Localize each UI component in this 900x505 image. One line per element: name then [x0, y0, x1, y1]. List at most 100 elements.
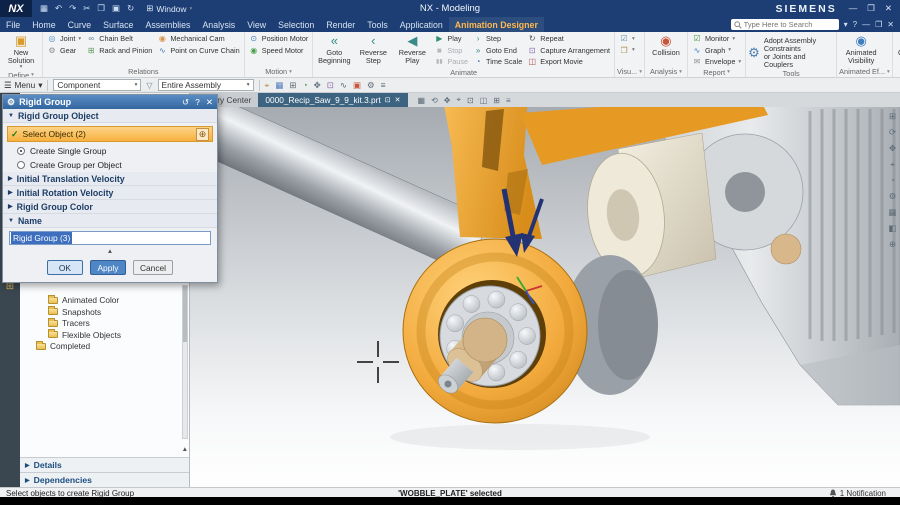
new-solution-button[interactable]: ▣ New Solution ▾: [2, 33, 40, 71]
goto-beginning-button[interactable]: «Goto Beginning: [315, 33, 353, 65]
tree-item-tracers[interactable]: Tracers: [48, 318, 121, 329]
select-face-icon[interactable]: ▦: [275, 80, 283, 91]
filter-icon[interactable]: ▽: [146, 81, 152, 90]
tab-surface[interactable]: Surface: [97, 17, 139, 32]
collision-button[interactable]: ◉Collision: [647, 33, 685, 57]
tab-render[interactable]: Render: [320, 17, 361, 32]
gear-button[interactable]: ⚙Gear: [45, 45, 83, 57]
step-button[interactable]: ›Step: [471, 33, 524, 45]
tree-item-flexible-objects[interactable]: Flexible Objects: [48, 330, 121, 341]
expand-toolbar-icon[interactable]: ⊕: [889, 240, 896, 249]
select-object-row[interactable]: ✓ Select Object (2) ⊕: [7, 126, 213, 142]
radio-create-group-per-object[interactable]: Create Group per Object: [3, 158, 217, 172]
select-body-icon[interactable]: ⊞: [289, 80, 296, 91]
section-rigid-group-color[interactable]: ▶ Rigid Group Color: [3, 200, 217, 214]
dialog-collapse-icon[interactable]: ▲: [3, 246, 217, 257]
reverse-step-button[interactable]: ‹Reverse Step: [354, 33, 392, 65]
doc-close-button[interactable]: ✕: [887, 20, 894, 29]
tree-item-animated-color[interactable]: Animated Color: [48, 295, 121, 306]
settings-icon[interactable]: ⚙: [367, 80, 375, 91]
animated-visibility-button[interactable]: ◉Animated Visibility: [839, 33, 883, 65]
select-edge-icon[interactable]: ◔: [303, 80, 308, 90]
chain-belt-button[interactable]: ∞Chain Belt: [84, 33, 154, 45]
scroll-up-icon[interactable]: ▲: [182, 446, 188, 453]
search-dropdown-icon[interactable]: ▾: [844, 20, 848, 29]
orient-view-icon[interactable]: ⊞: [493, 96, 500, 105]
pan-view-icon[interactable]: ✥: [444, 96, 451, 105]
mechanical-cam-button[interactable]: ◉Mechanical Cam: [155, 33, 241, 45]
shaded-view-icon[interactable]: ⊡: [467, 96, 474, 105]
menu-button[interactable]: ☰ Menu ▾: [4, 80, 42, 90]
layers-icon[interactable]: ▦: [888, 208, 896, 217]
section-initial-rotation-velocity[interactable]: ▶ Initial Rotation Velocity: [3, 186, 217, 200]
view-menu-icon[interactable]: ≡: [506, 96, 511, 105]
speed-motor-button[interactable]: ◉Speed Motor: [247, 45, 311, 57]
export-movie-button[interactable]: ◫Export Movie: [525, 56, 612, 68]
window-menu[interactable]: ⊞ Window ▾: [146, 3, 192, 14]
tab-active-part[interactable]: 0000_Recip_Saw_9_9_kit.3.prt ⊡ ✕: [258, 93, 407, 107]
fit-view-icon[interactable]: ▦: [418, 96, 426, 105]
tab-file[interactable]: File: [0, 17, 26, 32]
dialog-title-bar[interactable]: ⚙ Rigid Group ↺ ? ✕: [3, 95, 217, 109]
tree-item-snapshots[interactable]: Snapshots: [48, 307, 121, 318]
pin-tab-icon[interactable]: ⊡: [385, 96, 391, 104]
doc-minimize-button[interactable]: —: [862, 20, 870, 29]
move-icon[interactable]: ✥: [314, 80, 321, 91]
search-input[interactable]: [744, 20, 836, 29]
redo-icon[interactable]: ↷: [69, 3, 76, 14]
envelope-button[interactable]: ✉Envelope▾: [690, 56, 743, 68]
dialog-reset-button[interactable]: ↺: [182, 97, 189, 108]
section-name[interactable]: ▼ Name: [3, 214, 217, 228]
help-icon[interactable]: ?: [853, 20, 857, 29]
monitor-button[interactable]: ☑Monitor▾: [690, 33, 743, 45]
curve-rule-icon[interactable]: ∿: [340, 80, 347, 91]
visualization-tool-2-button[interactable]: ❐▾: [617, 45, 637, 57]
ok-button[interactable]: OK: [47, 260, 83, 275]
repeat-command-icon[interactable]: ↻: [127, 3, 134, 14]
radio-icon-selected[interactable]: [17, 147, 25, 155]
navigator-scrollbar[interactable]: [182, 285, 188, 439]
tree-item-completed[interactable]: Completed: [36, 341, 121, 352]
section-initial-translation-velocity[interactable]: ▶ Initial Translation Velocity: [3, 172, 217, 186]
radio-create-single-group[interactable]: Create Single Group: [3, 144, 217, 158]
more-options-icon[interactable]: ≡: [381, 80, 386, 90]
dialog-help-button[interactable]: ?: [195, 97, 200, 108]
selection-scope-dropdown[interactable]: Component ▾: [53, 79, 141, 91]
section-rigid-group-object[interactable]: ▼ Rigid Group Object: [3, 109, 217, 123]
visualization-tool-1-button[interactable]: ☑▾: [617, 33, 637, 45]
dependencies-section[interactable]: ▶Dependencies: [20, 472, 189, 487]
stop-button[interactable]: ■Stop: [432, 45, 470, 57]
zoom-icon[interactable]: ⌖: [890, 160, 895, 169]
housing-boss[interactable]: [771, 234, 801, 264]
render-settings-icon[interactable]: ⚙: [889, 192, 897, 201]
paste-icon[interactable]: ▣: [112, 3, 120, 14]
snap-point-icon[interactable]: ⌖: [265, 80, 270, 91]
cancel-button[interactable]: Cancel: [133, 260, 173, 275]
tab-curve[interactable]: Curve: [62, 17, 97, 32]
select-vertex-icon[interactable]: ⊡: [327, 80, 334, 91]
dialog-close-button[interactable]: ✕: [206, 97, 213, 108]
assembly-scope-dropdown[interactable]: Entire Assembly ▾: [158, 79, 254, 91]
rotate-view-icon[interactable]: ⟲: [431, 96, 438, 105]
tab-home[interactable]: Home: [26, 17, 61, 32]
details-section[interactable]: ▶Details: [20, 457, 189, 472]
view-orient-icon[interactable]: ⊞: [889, 112, 896, 121]
save-icon[interactable]: ▦: [40, 3, 48, 14]
name-input[interactable]: Rigid Group (3): [9, 231, 211, 245]
play-button[interactable]: ▶Play: [432, 33, 470, 45]
close-tab-icon[interactable]: ✕: [395, 96, 401, 104]
close-button[interactable]: ✕: [885, 3, 892, 14]
cut-icon[interactable]: ✂: [83, 3, 90, 14]
copy-icon[interactable]: ❐: [97, 3, 105, 14]
apply-button[interactable]: Apply: [90, 260, 126, 275]
scrollbar-thumb[interactable]: [183, 286, 187, 342]
tab-animation-designer[interactable]: Animation Designer: [449, 17, 544, 32]
reverse-play-button[interactable]: ◀Reverse Play: [393, 33, 431, 65]
radio-icon[interactable]: [17, 161, 25, 169]
adopt-assembly-constraints-button[interactable]: ⚙ Adopt Assembly Constraintsor Joints an…: [748, 33, 834, 69]
container-button[interactable]: ▦Container: [895, 33, 900, 57]
point-dialog-icon[interactable]: ⊕: [196, 128, 209, 141]
point-on-curve-chain-button[interactable]: ∿Point on Curve Chain: [155, 45, 241, 57]
rotate-icon[interactable]: ⟳: [889, 128, 896, 137]
goto-end-button[interactable]: »Goto End: [471, 45, 524, 57]
